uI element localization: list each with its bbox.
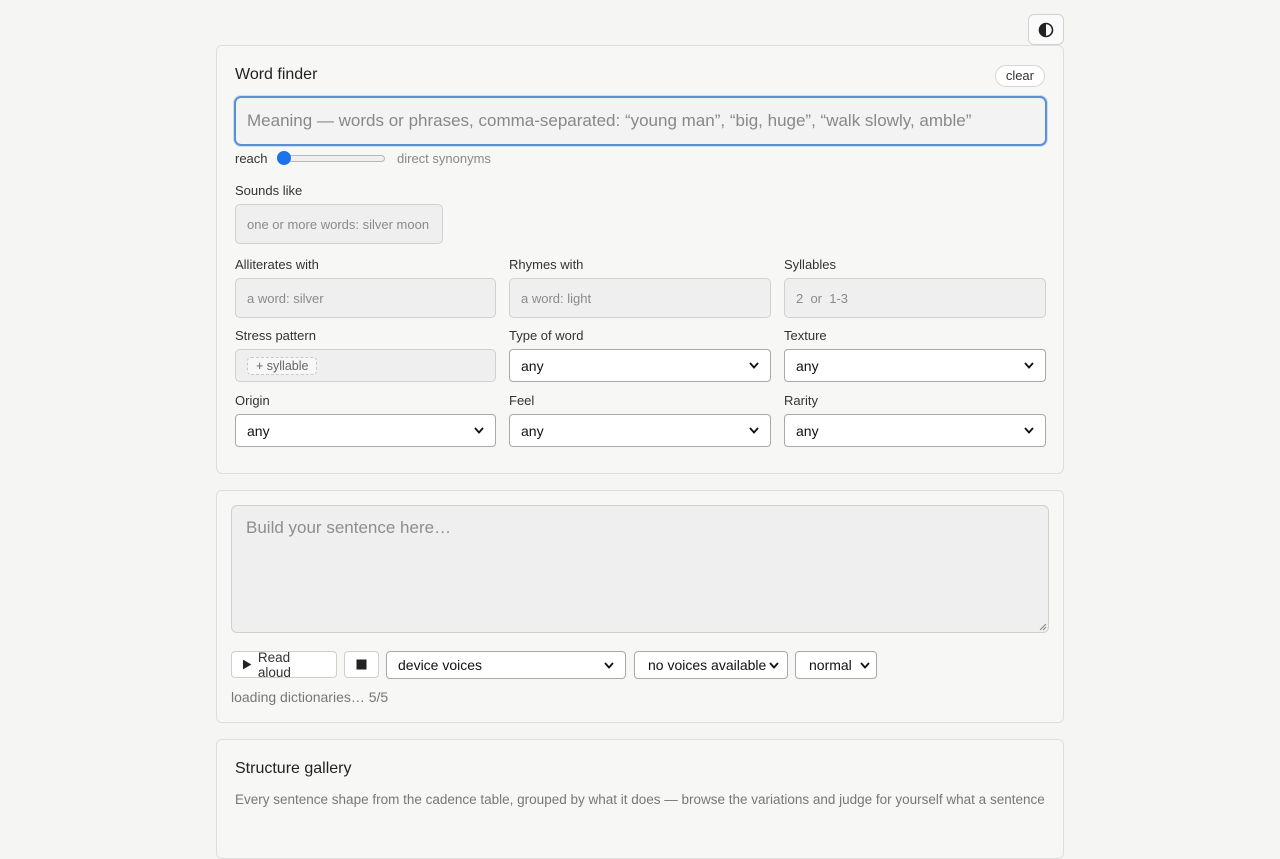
texture-label: Texture [784, 328, 827, 343]
add-syllable-button[interactable]: + syllable [247, 357, 318, 375]
rarity-label: Rarity [784, 393, 818, 408]
sounds-like-label: Sounds like [235, 183, 303, 198]
type-of-word-label: Type of word [509, 328, 584, 343]
reach-label: reach [235, 150, 268, 166]
reach-slider[interactable] [277, 150, 385, 166]
voice-select[interactable]: no voices available [634, 651, 788, 679]
reach-slider-track [277, 155, 385, 162]
loading-status: loading dictionaries… 5/5 [231, 689, 389, 705]
word-finder-panel: Word finder clear reach direct synonyms … [216, 45, 1064, 474]
rarity-select[interactable]: any [784, 414, 1046, 447]
read-aloud-button[interactable]: Read aloud [231, 649, 337, 680]
reach-hint: direct synonyms [397, 150, 491, 166]
feel-label: Feel [509, 393, 535, 408]
speed-select[interactable]: normal [795, 651, 877, 679]
chevron-down-icon [860, 661, 870, 669]
stop-icon [356, 659, 367, 670]
type-of-word-value: any [521, 357, 544, 374]
chevron-down-icon [749, 427, 759, 434]
voice-source-select[interactable]: device voices [386, 651, 626, 679]
chevron-down-icon [749, 362, 759, 369]
texture-select[interactable]: any [784, 349, 1046, 382]
contrast-icon [1038, 22, 1054, 37]
voice-value: no voices available [648, 657, 767, 673]
rhymes-label: Rhymes with [509, 257, 584, 272]
sentence-textarea[interactable] [231, 505, 1049, 633]
structure-gallery-title: Structure gallery [235, 760, 352, 777]
chevron-down-icon [604, 661, 614, 669]
feel-select[interactable]: any [509, 414, 771, 447]
clear-button[interactable]: clear [994, 65, 1045, 87]
reach-control: reach direct synonyms [235, 150, 491, 166]
syllables-label: Syllables [784, 257, 837, 272]
origin-value: any [247, 422, 270, 439]
sounds-like-input[interactable] [235, 204, 443, 244]
voice-source-value: device voices [398, 657, 483, 673]
sentence-composer-panel: Read aloud device voices no voices avail… [216, 490, 1064, 723]
rarity-value: any [796, 422, 819, 439]
chevron-down-icon [1024, 362, 1034, 369]
stop-button[interactable] [344, 651, 379, 678]
chevron-down-icon [474, 427, 484, 434]
texture-value: any [796, 357, 819, 374]
origin-label: Origin [235, 393, 270, 408]
chevron-down-icon [769, 661, 779, 669]
resize-handle-icon[interactable] [1039, 623, 1047, 631]
theme-toggle-button[interactable] [1028, 14, 1064, 45]
play-icon [242, 659, 252, 670]
stress-pattern-label: Stress pattern [235, 328, 316, 343]
word-finder-title: Word finder [235, 66, 318, 83]
structure-gallery-panel: Structure gallery Every sentence shape f… [216, 739, 1064, 859]
meaning-input[interactable] [234, 96, 1047, 146]
speed-value: normal [809, 657, 852, 673]
syllables-input[interactable] [784, 278, 1046, 318]
rhymes-input[interactable] [509, 278, 771, 318]
alliterates-label: Alliterates with [235, 257, 319, 272]
read-aloud-label: Read aloud [257, 649, 291, 680]
alliterates-input[interactable] [235, 278, 496, 318]
chevron-down-icon [1024, 427, 1034, 434]
type-of-word-select[interactable]: any [509, 349, 771, 382]
reach-slider-thumb[interactable] [277, 151, 291, 165]
feel-value: any [521, 422, 544, 439]
origin-select[interactable]: any [235, 414, 496, 447]
stress-pattern-field: + syllable [235, 349, 496, 382]
